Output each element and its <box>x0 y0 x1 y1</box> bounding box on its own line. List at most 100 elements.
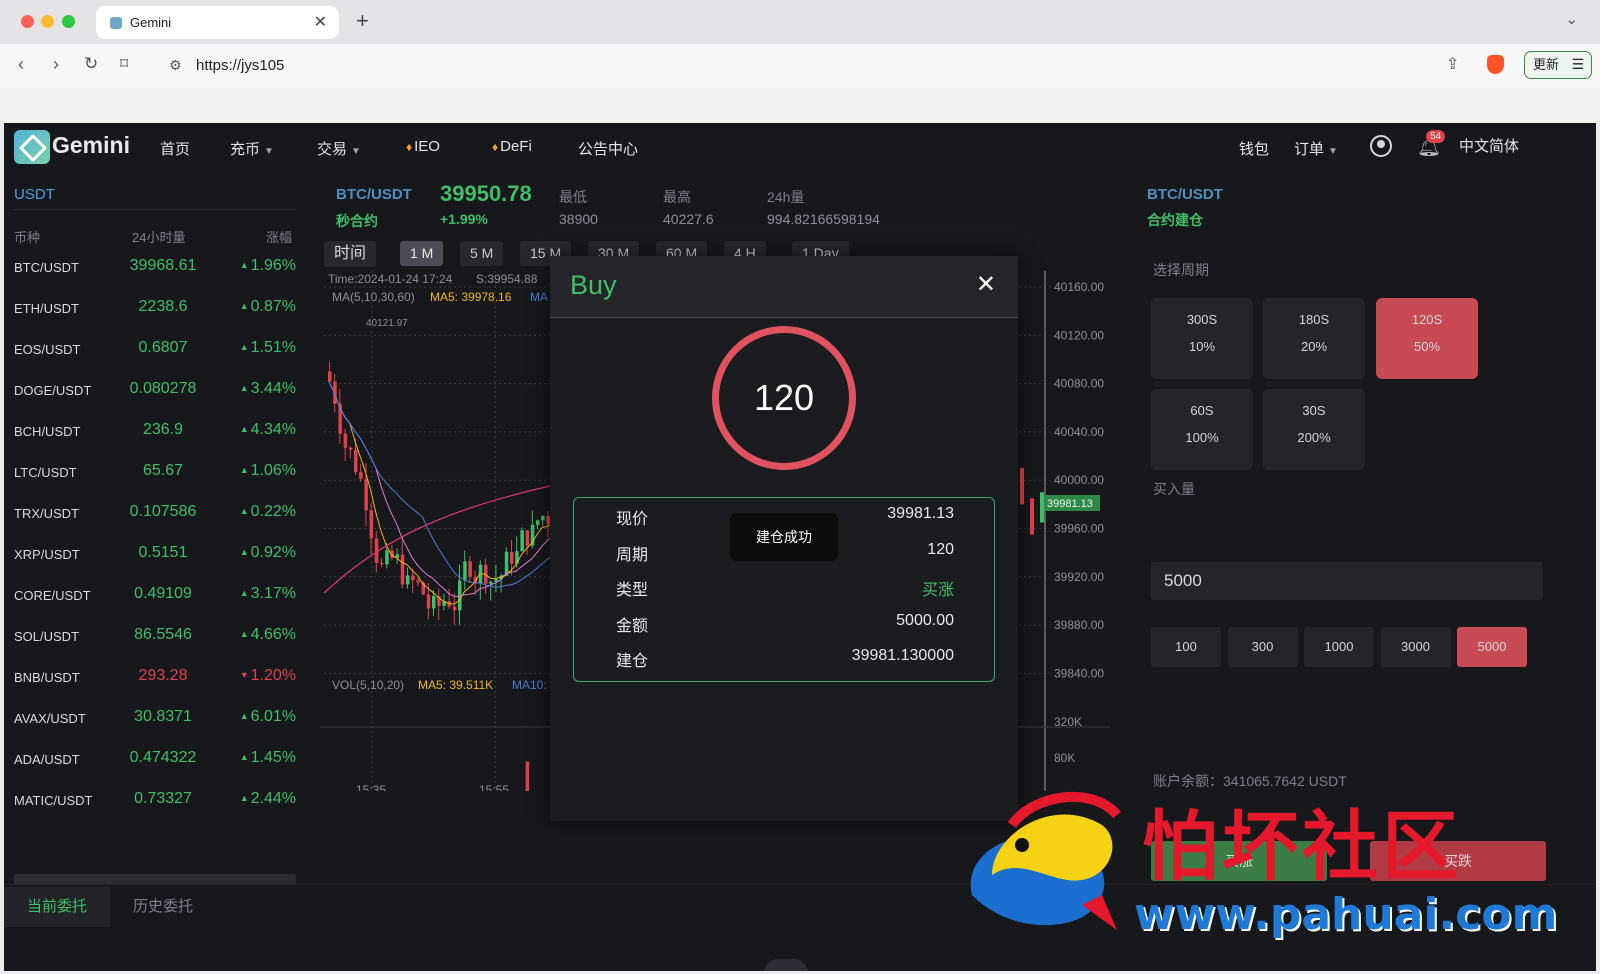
quick-amount-button[interactable]: 100 <box>1151 627 1221 667</box>
notification-badge: 54 <box>1426 130 1446 143</box>
market-price: 0.73327 <box>134 790 192 807</box>
candle-body <box>468 561 472 578</box>
period-option[interactable]: 300S 10% <box>1151 298 1253 379</box>
zoom-window-button[interactable] <box>62 15 75 28</box>
scroll-handle[interactable] <box>764 959 808 971</box>
period-option[interactable]: 60S 100% <box>1151 389 1253 470</box>
quick-amount-button[interactable]: 300 <box>1227 627 1298 667</box>
tab-list-chevron-icon[interactable]: ⌄ <box>1565 10 1578 28</box>
market-row[interactable]: BCH/USDT 236.9 ▲ 4.34% <box>14 412 296 453</box>
candle-body <box>510 551 514 564</box>
share-icon[interactable]: ⇪ <box>1446 54 1459 74</box>
volume-bar <box>525 761 530 791</box>
dialog-header: Buy ✕ <box>550 256 1018 318</box>
candle-body <box>426 594 431 609</box>
gemini-logo-icon[interactable] <box>14 130 50 164</box>
market-change-value: 3.17% <box>250 585 296 602</box>
logo-text[interactable]: Gemini <box>52 132 130 159</box>
candle-body <box>432 596 436 609</box>
market-row[interactable]: ETH/USDT 2238.6 ▲ 0.87% <box>14 289 296 330</box>
peak-price-label: 40121.97 <box>366 318 408 329</box>
market-change: ▲ 6.01% <box>240 708 296 726</box>
market-row[interactable]: BNB/USDT 293.28 ▼ 1.20% <box>14 658 296 699</box>
market-change: ▲ 3.17% <box>240 585 296 603</box>
market-change: ▲ 1.45% <box>240 749 296 767</box>
market-change-value: 1.45% <box>250 749 296 766</box>
bookmark-icon[interactable]: ⌑ <box>120 54 128 74</box>
site-settings-icon[interactable]: ⚙ <box>169 57 182 74</box>
market-row[interactable]: ADA/USDT 0.474322 ▲ 1.45% <box>14 740 296 781</box>
nav-ieo[interactable]: ♦ IEO <box>406 138 440 155</box>
quick-amount-button[interactable]: 5000 <box>1457 627 1527 667</box>
language-selector[interactable]: 中文简体 <box>1459 135 1519 156</box>
market-price: 236.9 <box>142 421 184 438</box>
tab-current-orders[interactable]: 当前委托 <box>4 887 110 927</box>
market-row[interactable]: MATIC/USDT 0.73327 ▲ 2.44% <box>14 781 296 822</box>
chart-s-readout: S:39954.88 <box>476 272 538 286</box>
candle-body <box>359 472 363 479</box>
market-row[interactable]: SOL/USDT 86.5546 ▲ 4.66% <box>14 617 296 658</box>
market-row[interactable]: TRX/USDT 0.107586 ▲ 0.22% <box>14 494 296 535</box>
address-bar[interactable]: ⚙ https://jys105 <box>155 51 1480 81</box>
detail-label: 现价 <box>616 511 649 528</box>
nav-deposit[interactable]: 充币 ▼ <box>230 138 274 159</box>
period-option[interactable]: 180S 20% <box>1263 298 1365 379</box>
close-tab-icon[interactable]: ✕ <box>314 6 327 39</box>
candle-body <box>452 606 457 611</box>
market-change: ▲ 0.87% <box>240 298 296 316</box>
back-icon[interactable]: ‹ <box>18 54 24 75</box>
market-symbol: BTC/USDT <box>14 260 79 275</box>
period-option[interactable]: 30S 200% <box>1263 389 1365 470</box>
detail-label: 类型 <box>616 582 649 600</box>
ma-line <box>328 381 553 598</box>
browser-tab[interactable]: Gemini ✕ <box>96 6 339 39</box>
timeframe-button[interactable]: 1 M <box>400 241 444 266</box>
market-row[interactable]: DOGE/USDT 0.080278 ▲ 3.44% <box>14 371 296 412</box>
market-row[interactable]: XRP/USDT 0.5151 ▲ 0.92% <box>14 535 296 576</box>
caret-down-icon: ▼ <box>1328 146 1338 157</box>
quick-amount-button[interactable]: 1000 <box>1304 627 1374 667</box>
period-option[interactable]: 120S 50% <box>1376 298 1478 379</box>
amount-input[interactable] <box>1151 562 1543 600</box>
browser-tabbar: Gemini ✕ + ⌄ <box>0 0 1600 44</box>
menu-icon: ☰ <box>1571 56 1584 72</box>
forward-icon[interactable]: › <box>53 54 59 75</box>
gemini-favicon-icon <box>110 17 122 29</box>
market-row[interactable]: EOS/USDT 0.6807 ▲ 1.51% <box>14 330 296 371</box>
close-window-button[interactable] <box>21 15 34 28</box>
market-row[interactable]: CORE/USDT 0.49109 ▲ 3.17% <box>14 576 296 617</box>
candle-body <box>489 581 493 584</box>
update-button[interactable]: 更新 ☰ <box>1524 51 1592 79</box>
nav-orders[interactable]: 订单 ▼ <box>1294 138 1338 159</box>
flame-icon: ♦ <box>406 140 413 154</box>
time-axis-label: 15:35 <box>356 783 386 791</box>
timeframe-button[interactable]: 5 M <box>460 241 504 266</box>
nav-defi[interactable]: ♦ DeFi <box>492 138 532 155</box>
market-row[interactable]: LTC/USDT 65.67 ▲ 1.06% <box>14 453 296 494</box>
close-icon[interactable]: ✕ <box>976 270 996 299</box>
nav-trade[interactable]: 交易 ▼ <box>317 138 361 159</box>
market-row[interactable]: BTC/USDT 39968.61 ▲ 1.96% <box>14 248 296 289</box>
high-value: 40227.6 <box>663 211 714 227</box>
brave-shield-icon[interactable] <box>1487 55 1504 74</box>
tab-history-orders[interactable]: 历史委托 <box>110 887 216 927</box>
new-tab-icon[interactable]: + <box>356 8 369 34</box>
tab-usdt[interactable]: USDT <box>14 186 55 203</box>
candle-body <box>369 510 374 539</box>
minimize-window-button[interactable] <box>41 15 54 28</box>
nav-home[interactable]: 首页 <box>160 138 190 159</box>
nav-announcements[interactable]: 公告中心 <box>578 138 638 159</box>
candle-body <box>504 551 509 576</box>
quick-amount-button[interactable]: 3000 <box>1380 627 1451 667</box>
candle-body <box>1020 468 1024 505</box>
market-symbol: BCH/USDT <box>14 424 81 439</box>
caret-down-icon: ▼ <box>264 146 274 157</box>
market-row[interactable]: AVAX/USDT 30.8371 ▲ 6.01% <box>14 699 296 740</box>
market-symbol: ADA/USDT <box>14 752 80 767</box>
nav-wallet[interactable]: 钱包 <box>1239 138 1269 159</box>
user-account-icon[interactable] <box>1370 135 1392 157</box>
update-label: 更新 <box>1533 57 1560 72</box>
top-nav: Gemini 首页 充币 ▼ 交易 ▼ ♦ IEO ♦ DeFi 公告中心 钱包 订单 ▼… <box>4 123 1596 171</box>
reload-icon[interactable]: ↻ <box>84 54 98 74</box>
arrow-up-icon: ▲ <box>239 342 249 352</box>
